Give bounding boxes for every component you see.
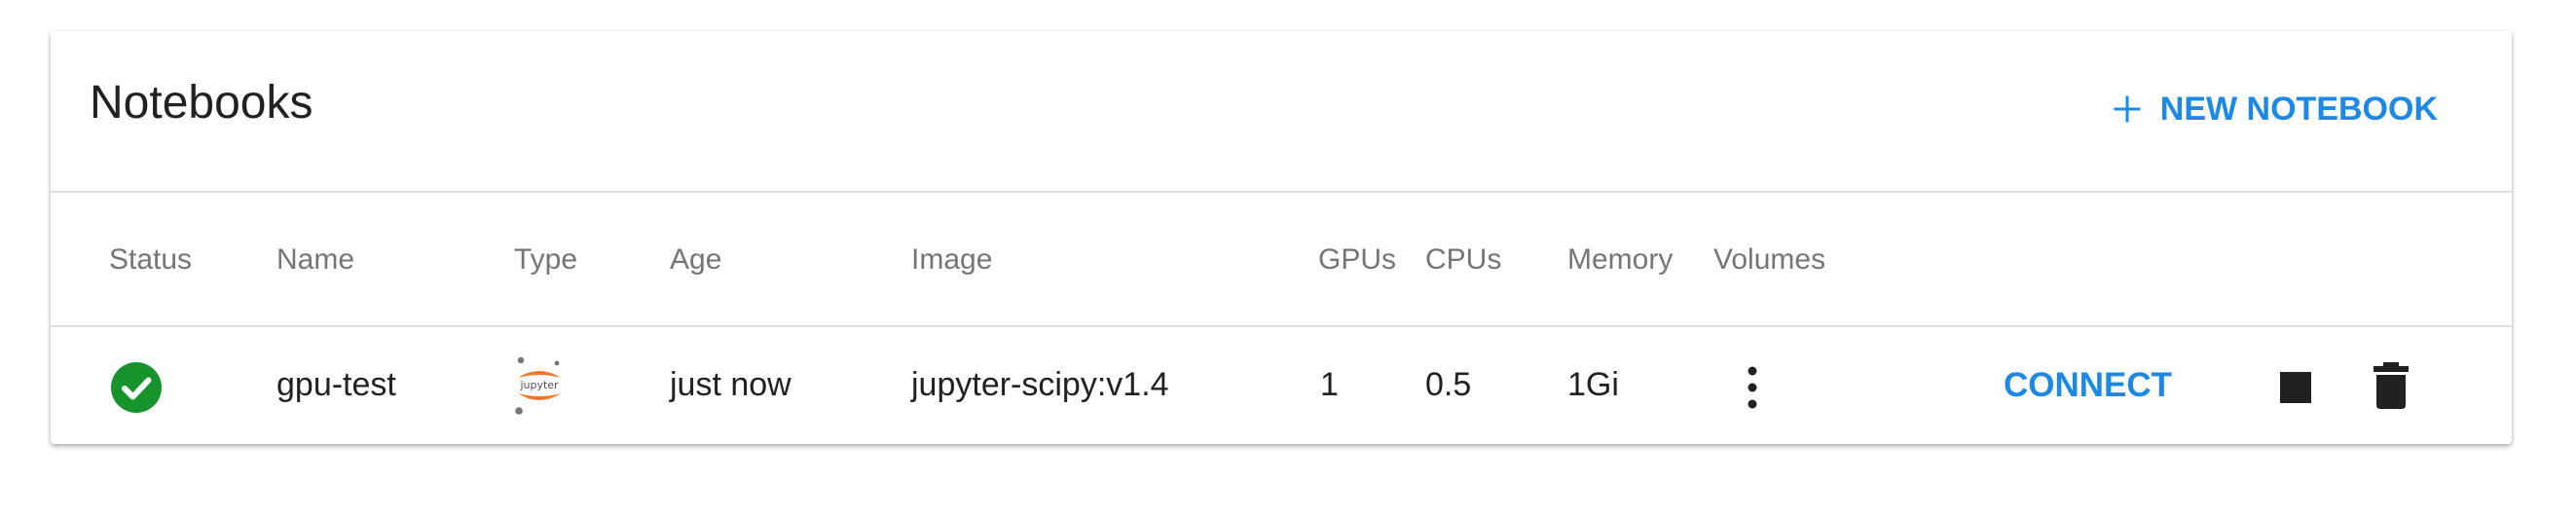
notebooks-card: Notebooks NEW NOTEBOOK Status Name Type … [51, 31, 2512, 444]
page-title: Notebooks [90, 77, 313, 129]
plus-icon [2114, 95, 2141, 123]
notebook-memory: 1Gi [1567, 366, 1619, 403]
notebook-name: gpu-test [276, 366, 396, 403]
column-header-type: Type [514, 243, 578, 276]
notebook-cpus: 0.5 [1425, 366, 1472, 403]
jupyter-logo-icon: jupyter [515, 356, 561, 415]
card-header: Notebooks NEW NOTEBOOK [51, 31, 2512, 193]
trash-icon[interactable] [2374, 362, 2409, 409]
stop-icon[interactable] [2280, 372, 2311, 403]
jupyter-logo-text: jupyter [519, 379, 559, 391]
column-header-volumes: Volumes [1713, 243, 1826, 276]
column-header-cpus: CPUs [1425, 243, 1502, 276]
column-header-name: Name [276, 243, 355, 276]
connect-button[interactable]: CONNECT [2004, 368, 2172, 402]
new-notebook-label: NEW NOTEBOOK [2159, 90, 2438, 128]
column-header-memory: Memory [1567, 243, 1674, 276]
table-header: Status Name Type Age Image GPUs CPUs Mem… [51, 193, 2512, 327]
new-notebook-button[interactable]: NEW NOTEBOOK [2110, 86, 2438, 132]
check-circle-icon [111, 362, 162, 413]
table-row: gpu-test jupyter just now jupyter-scipy:… [51, 327, 2512, 444]
notebook-image: jupyter-scipy:v1.4 [911, 366, 1169, 403]
column-header-image: Image [911, 243, 993, 276]
column-header-age: Age [670, 243, 722, 276]
column-header-status: Status [109, 243, 193, 276]
notebook-age: just now [670, 366, 791, 403]
more-vertical-icon[interactable] [1745, 366, 1760, 409]
column-header-gpus: GPUs [1318, 243, 1397, 276]
notebook-gpus: 1 [1320, 366, 1339, 403]
